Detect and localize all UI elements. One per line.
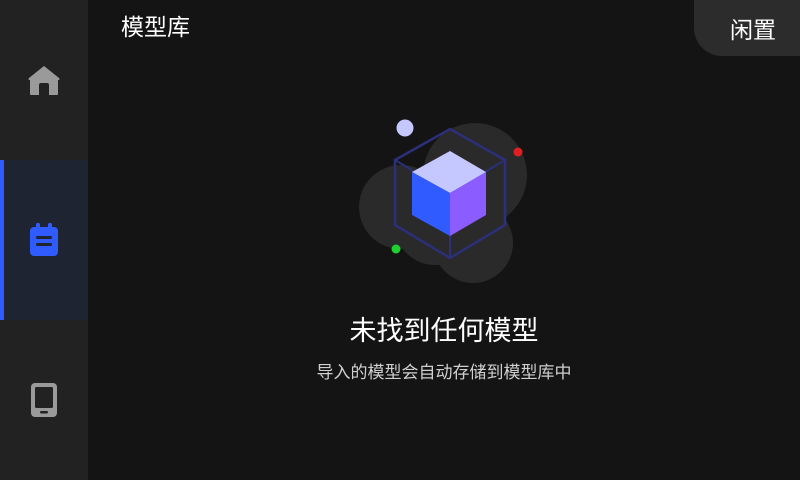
status-label: 闲置	[730, 18, 776, 44]
home-icon	[26, 62, 62, 98]
tablet-icon	[26, 382, 62, 418]
sidebar	[0, 0, 88, 480]
sidebar-item-library[interactable]	[0, 160, 88, 320]
sidebar-item-device[interactable]	[0, 320, 88, 480]
page-title: 模型库	[121, 15, 190, 41]
empty-state-illustration	[355, 115, 530, 285]
app-screen: 模型库 闲置 未找到任何模型 导入的模型会自动存储到模型库中	[0, 0, 800, 480]
empty-state-subtitle: 导入的模型会自动存储到模型库中	[316, 363, 572, 383]
cube-icon	[359, 119, 527, 283]
calendar-list-icon	[26, 222, 62, 258]
empty-state-title: 未找到任何模型	[349, 316, 539, 347]
status-badge[interactable]: 闲置	[694, 0, 800, 56]
sidebar-item-home[interactable]	[0, 0, 88, 160]
